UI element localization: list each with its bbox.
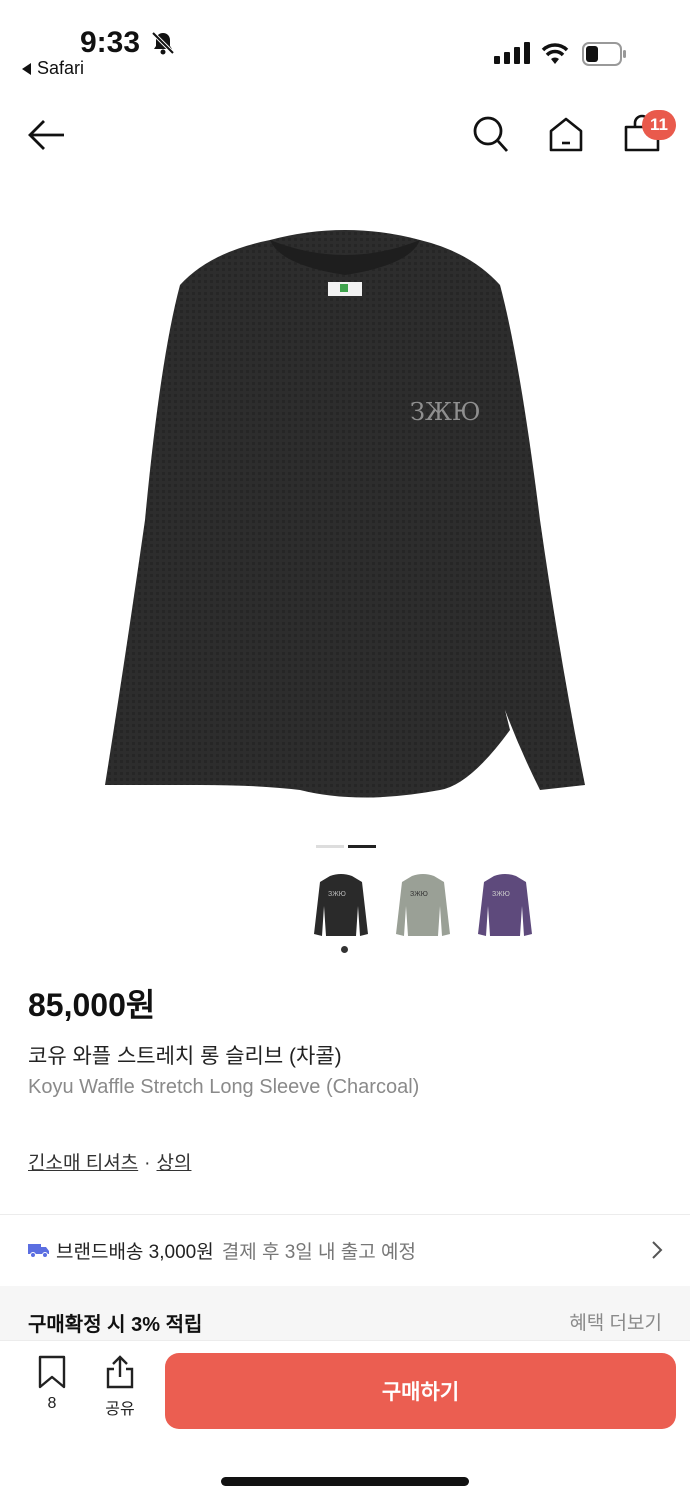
svg-text:ЗЖЮ: ЗЖЮ xyxy=(492,891,510,898)
points-label: 구매확정 시 3% 적립 xyxy=(28,1314,203,1336)
chevron-right-icon xyxy=(652,1241,663,1259)
carousel-dot-active[interactable] xyxy=(348,845,376,848)
search-icon[interactable] xyxy=(472,114,510,154)
section-divider xyxy=(0,1214,690,1215)
wifi-icon xyxy=(541,43,569,64)
share-icon xyxy=(106,1355,134,1389)
image-carousel-indicator xyxy=(316,845,376,848)
top-nav xyxy=(0,100,690,170)
product-name-korean: 코유 와플 스트레치 롱 슬리브 (차콜) xyxy=(28,1045,342,1068)
category-separator: · xyxy=(144,1153,151,1174)
home-indicator[interactable] xyxy=(221,1477,469,1486)
selected-thumbnail-dot xyxy=(341,946,348,953)
thumbnail-purple[interactable]: ЗЖЮ xyxy=(474,866,536,944)
status-bar: 9:33 Safari xyxy=(0,0,690,90)
back-app-label: Safari xyxy=(37,58,85,78)
back-arrow-icon[interactable] xyxy=(26,114,68,156)
category-link-long-sleeve[interactable]: 긴소매 티셔츠 xyxy=(28,1153,138,1174)
bookmark-button[interactable]: 8 xyxy=(30,1355,74,1425)
bookmark-count: 8 xyxy=(47,1395,57,1412)
svg-text:ЗЖЮ: ЗЖЮ xyxy=(328,891,346,898)
product-image[interactable]: ЗЖЮ xyxy=(0,190,690,830)
cellular-signal-icon xyxy=(494,42,530,64)
thumbnail-charcoal[interactable]: ЗЖЮ xyxy=(310,866,372,944)
product-price: 85,000원 xyxy=(28,987,156,1023)
truck-icon xyxy=(28,1244,49,1258)
bookmark-icon xyxy=(38,1355,66,1389)
points-banner: 구매확정 시 3% 적립 혜택 더보기 xyxy=(0,1286,690,1340)
back-triangle-icon xyxy=(22,62,31,75)
svg-text:ЗЖЮ: ЗЖЮ xyxy=(410,398,481,426)
buy-button[interactable]: 구매하기 xyxy=(165,1353,676,1429)
shipping-note: 결제 후 3일 내 출고 예정 xyxy=(221,1241,417,1263)
category-link-tops[interactable]: 상의 xyxy=(157,1153,192,1174)
cart-count-badge: 11 xyxy=(642,110,676,140)
color-thumbnails: ЗЖЮ ЗЖЮ ЗЖЮ xyxy=(310,866,536,944)
category-breadcrumb: 긴소매 티셔츠 · 상의 xyxy=(28,1148,191,1175)
back-to-safari[interactable]: Safari xyxy=(22,58,84,79)
benefits-more-link[interactable]: 혜택 더보기 xyxy=(569,1308,662,1335)
thumbnail-sage[interactable]: ЗЖЮ xyxy=(392,866,454,944)
home-icon[interactable] xyxy=(546,114,586,154)
bell-off-icon xyxy=(151,31,175,55)
carousel-dot[interactable] xyxy=(316,845,344,848)
bottom-action-bar: 8 공유 구매하기 xyxy=(0,1340,690,1500)
status-time: 9:33 xyxy=(80,26,141,59)
svg-text:ЗЖЮ: ЗЖЮ xyxy=(410,891,428,898)
share-label: 공유 xyxy=(105,1401,135,1418)
shipping-info-row[interactable]: 브랜드배송 3,000원 결제 후 3일 내 출고 예정 xyxy=(0,1218,690,1282)
shipping-label: 브랜드배송 3,000원 xyxy=(56,1241,214,1263)
battery-icon xyxy=(582,42,626,66)
product-name-english: Koyu Waffle Stretch Long Sleeve (Charcoa… xyxy=(28,1076,420,1098)
share-button[interactable]: 공유 xyxy=(98,1355,142,1425)
